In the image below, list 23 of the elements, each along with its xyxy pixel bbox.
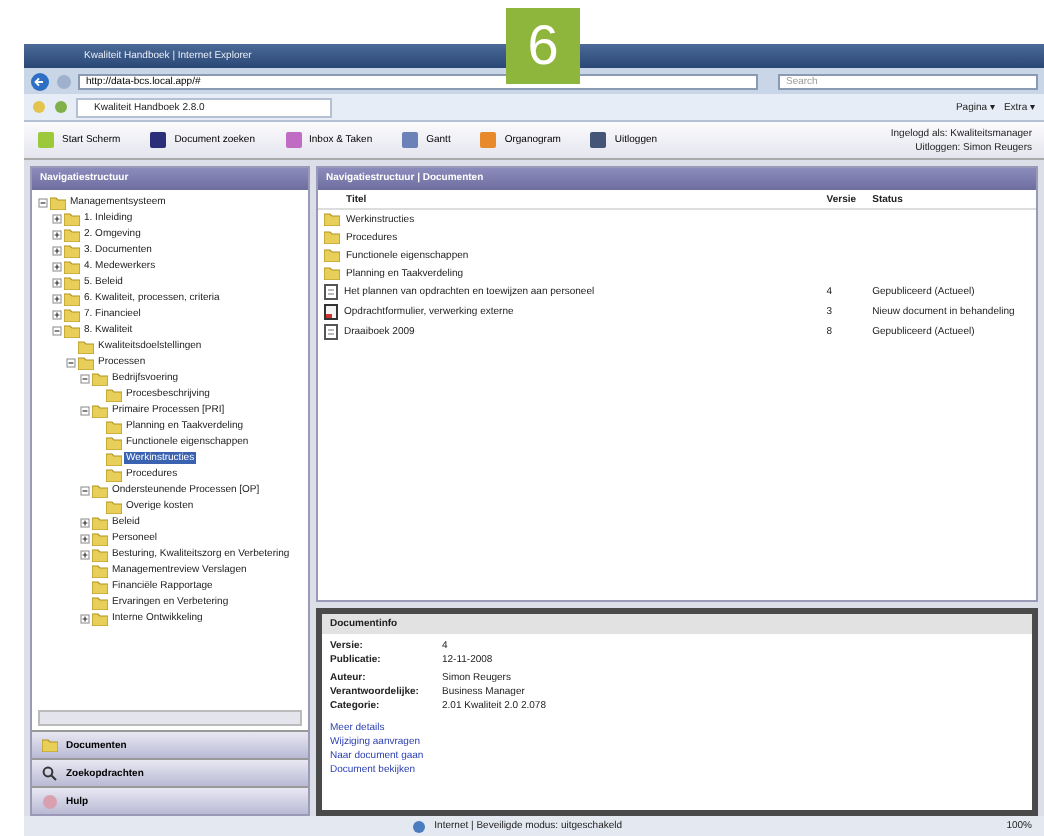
minus-icon[interactable]: [38, 197, 48, 207]
plus-icon[interactable]: [52, 277, 62, 287]
plus-icon[interactable]: [80, 533, 90, 543]
plus-icon[interactable]: [52, 245, 62, 255]
step-badge: 6: [506, 8, 580, 84]
search-icon: [42, 765, 58, 781]
plus-icon[interactable]: [52, 309, 62, 319]
plus-icon[interactable]: [80, 517, 90, 527]
minus-icon[interactable]: [80, 373, 90, 383]
back-icon[interactable]: [30, 71, 50, 91]
plus-icon[interactable]: [52, 213, 62, 223]
plus-icon[interactable]: [52, 293, 62, 303]
minus-icon[interactable]: [80, 485, 90, 495]
minus-icon[interactable]: [66, 357, 76, 367]
scrollbar[interactable]: [38, 710, 302, 726]
plus-icon[interactable]: [80, 549, 90, 559]
plus-icon[interactable]: [52, 229, 62, 239]
plus-icon[interactable]: [52, 261, 62, 271]
minus-icon[interactable]: [80, 405, 90, 415]
folder-icon: [42, 738, 58, 752]
plus-icon[interactable]: [80, 613, 90, 623]
form-icon: [324, 304, 338, 320]
minus-icon[interactable]: [52, 325, 62, 335]
